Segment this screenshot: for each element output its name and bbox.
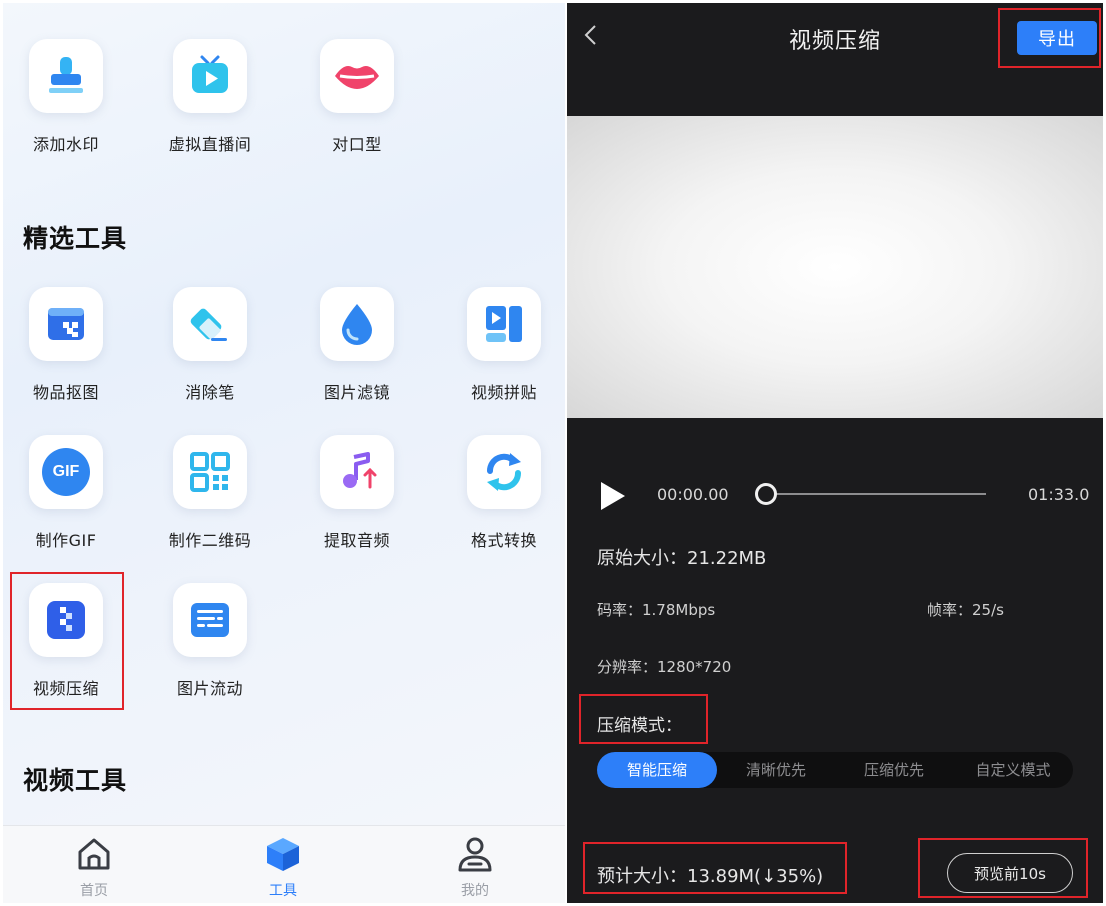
tool-add-watermark[interactable]: 添加水印 [6,39,126,155]
eraser-icon [190,308,227,341]
tool-virtual-studio[interactable]: 虚拟直播间 [150,39,270,155]
image-flow-icon [191,603,229,637]
tool-label: 虚拟直播间 [168,135,252,154]
highlight-video-compress [10,572,124,710]
home-icon [78,838,110,870]
total-time: 01:33.0 [1028,485,1090,504]
tool-label: 视频拼贴 [470,383,537,402]
collage-icon [486,306,522,342]
tool-extract-audio[interactable]: 提取音频 [297,435,417,551]
tool-label: 图片流动 [176,679,243,698]
stamp-icon [49,57,83,93]
tool-label: 物品抠图 [32,383,99,402]
video-compress-screen: 视频压缩 导出 00:00.00 01:33.0 原始大小：21.22MB 码率… [567,3,1103,903]
tools-screen: 添加水印 虚拟直播间 对口型 精选工具 物品抠图 消除笔 图片滤镜 视频拼贴 G… [3,3,565,903]
progress-thumb[interactable] [755,483,777,505]
gif-icon-text: GIF [52,463,80,480]
tool-label: 制作GIF [35,531,97,550]
highlight-preview-10s [918,838,1088,898]
tool-image-flow[interactable]: 图片流动 [150,583,270,699]
tool-label: 制作二维码 [168,531,252,550]
bottom-nav: 首页 工具 我的 [3,825,565,903]
section-title-featured: 精选工具 [23,224,128,253]
nav-tools[interactable]: 工具 [243,834,323,900]
tool-lip-sync[interactable]: 对口型 [297,39,417,155]
cutout-icon [48,308,84,340]
tool-image-filter[interactable]: 图片滤镜 [297,287,417,403]
nav-mine[interactable]: 我的 [435,834,515,900]
progress-track[interactable] [764,493,986,495]
highlight-export [998,8,1101,68]
compress-mode-selector: 智能压缩 清晰优先 压缩优先 自定义模式 [597,752,1073,788]
tool-label: 提取音频 [323,531,390,550]
tv-icon [192,55,228,93]
tool-format-convert[interactable]: 格式转换 [444,435,564,551]
highlight-compress-mode [579,694,708,744]
tool-label: 对口型 [332,135,382,154]
gif-icon: GIF [42,448,90,496]
qrcode-icon [190,452,230,492]
cube-icon [267,838,299,871]
play-icon[interactable] [599,480,627,512]
lips-icon [335,66,379,89]
music-icon [343,452,377,489]
framerate: 帧率：25/s [927,601,1004,619]
highlight-estimated-size [583,842,847,894]
nav-label: 我的 [461,883,489,899]
mode-clarity-first[interactable]: 清晰优先 [717,752,835,788]
original-size: 原始大小：21.22MB [597,548,767,569]
resolution: 分辨率：1280*720 [597,658,732,676]
tool-make-qrcode[interactable]: 制作二维码 [150,435,270,551]
tool-video-collage[interactable]: 视频拼贴 [444,287,564,403]
tool-label: 添加水印 [32,135,99,154]
tool-label: 格式转换 [470,531,537,550]
nav-label: 首页 [80,883,108,899]
nav-home[interactable]: 首页 [54,834,134,900]
convert-icon [486,453,522,491]
nav-label: 工具 [269,883,297,899]
bitrate: 码率：1.78Mbps [597,601,716,619]
drop-icon [342,304,372,345]
video-preview[interactable] [567,116,1103,418]
tool-object-cutout[interactable]: 物品抠图 [6,287,126,403]
mode-compression-first[interactable]: 压缩优先 [835,752,953,788]
tool-label: 图片滤镜 [323,383,390,402]
user-icon [458,837,492,872]
mode-smart[interactable]: 智能压缩 [597,752,717,788]
mode-custom[interactable]: 自定义模式 [953,752,1073,788]
tool-label: 消除笔 [185,383,235,402]
tool-make-gif[interactable]: GIF 制作GIF [6,435,126,551]
section-title-video-tools: 视频工具 [23,766,128,795]
tool-eraser-pen[interactable]: 消除笔 [150,287,270,403]
current-time: 00:00.00 [657,485,729,504]
